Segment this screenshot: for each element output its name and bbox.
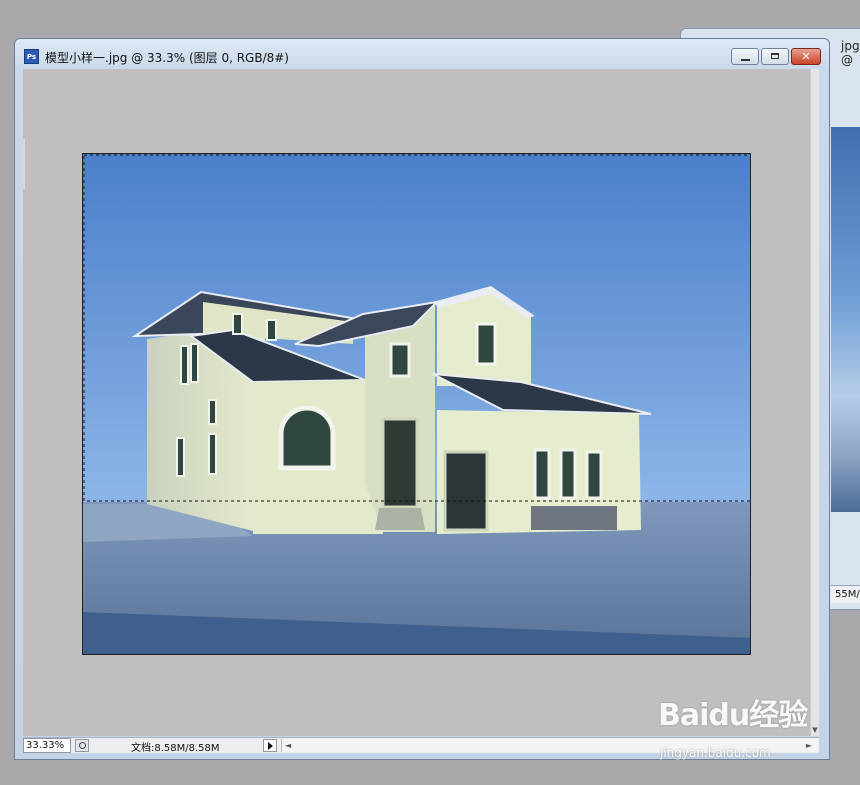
window-titlebar[interactable]: Ps 模型小样一.jpg @ 33.3% (图层 0, RGB/8#) ✕ — [15, 39, 829, 69]
zoom-level-field[interactable]: 33.33% — [23, 738, 71, 753]
window-right-2 — [559, 448, 577, 500]
watermark-url: jingyan.baidu.com — [660, 746, 771, 760]
zoom-icon[interactable] — [75, 739, 89, 752]
window-gable — [475, 322, 497, 366]
entrance-steps — [375, 508, 425, 530]
window-left-1 — [180, 345, 189, 385]
close-icon: ✕ — [801, 50, 811, 63]
caption-buttons: ✕ — [731, 48, 821, 65]
house-render-image[interactable] — [82, 153, 751, 655]
canvas-edge-marker — [23, 139, 25, 189]
window-middle — [389, 342, 411, 378]
photoshop-icon: Ps — [24, 49, 39, 64]
restore-button[interactable] — [761, 48, 789, 65]
arch-window — [278, 405, 336, 471]
window-left-3 — [208, 399, 217, 425]
entrance-door — [381, 417, 419, 509]
minimize-icon — [741, 59, 750, 61]
background-document-image — [831, 127, 860, 512]
window-right-3 — [585, 450, 603, 500]
stone-base — [531, 506, 617, 530]
scroll-left-arrow-icon[interactable]: ◄ — [285, 739, 291, 752]
baidu-jingyan-watermark: Baidu经验 jingyan.baidu.com — [658, 690, 818, 770]
document-size-info: 文档:8.58M/8.58M — [131, 743, 220, 754]
window-left-5 — [176, 437, 185, 477]
close-button[interactable]: ✕ — [791, 48, 821, 65]
vertical-scrollbar[interactable]: ▼ — [810, 69, 819, 736]
garage-door — [443, 450, 489, 532]
restore-icon — [771, 53, 779, 59]
background-window-title: jpg @ — [841, 39, 860, 67]
status-menu-arrow-icon[interactable] — [263, 739, 277, 752]
window-right-1 — [533, 448, 551, 500]
window-left-6 — [232, 313, 243, 335]
background-window-status: 55M/6 — [831, 585, 860, 603]
minimize-button[interactable] — [731, 48, 759, 65]
watermark-brand: Baidu经验 — [658, 698, 808, 733]
window-left-2 — [190, 343, 199, 383]
window-left-4 — [208, 433, 217, 475]
window-left-7 — [266, 319, 277, 341]
window-title: 模型小样一.jpg @ 33.3% (图层 0, RGB/8#) — [45, 51, 289, 65]
document-window: Ps 模型小样一.jpg @ 33.3% (图层 0, RGB/8#) ✕ ▼ … — [14, 38, 830, 760]
house-render-svg — [83, 154, 750, 654]
canvas-area[interactable]: ▼ — [23, 69, 819, 736]
